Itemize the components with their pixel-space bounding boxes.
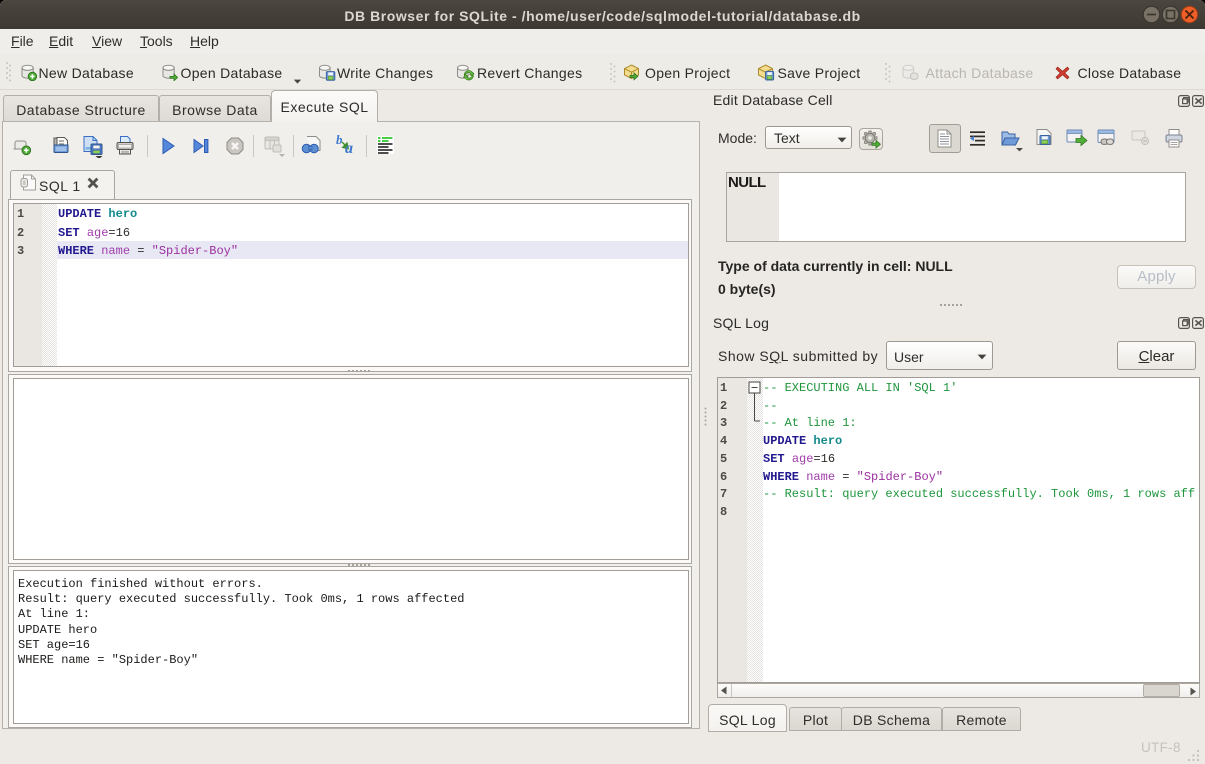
svg-text:b: b xyxy=(336,134,343,147)
svg-text:a: a xyxy=(345,140,353,155)
